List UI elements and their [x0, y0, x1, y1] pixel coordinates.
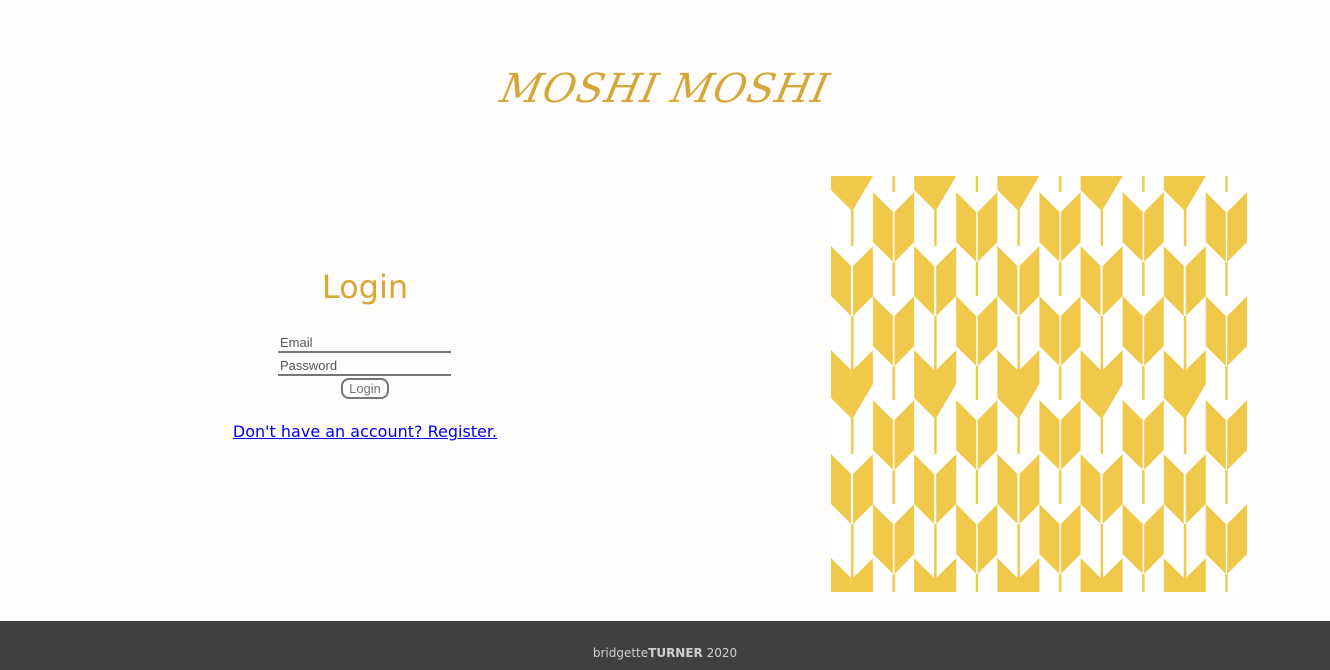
- footer: bridgetteTURNER 2020: [0, 621, 1330, 670]
- email-field[interactable]: [278, 333, 451, 353]
- footer-year: 2020: [702, 646, 738, 660]
- yagasuri-pattern-image: [831, 176, 1247, 592]
- register-link[interactable]: Don't have an account? Register.: [233, 422, 497, 441]
- footer-first-name: bridgette: [592, 646, 649, 660]
- login-title: Login: [321, 268, 409, 306]
- main-content: Login Login Don't have an account? Regis…: [0, 176, 1330, 592]
- footer-credit: bridgetteTURNER 2020: [0, 646, 1330, 660]
- login-button[interactable]: Login: [341, 378, 389, 399]
- register-link-container: Don't have an account? Register.: [0, 422, 730, 441]
- password-field[interactable]: [278, 356, 451, 376]
- login-panel: Login Login Don't have an account? Regis…: [0, 176, 730, 592]
- header: MOSHI MOSHI: [0, 0, 1330, 130]
- footer-last-name: TURNER: [648, 646, 703, 660]
- brand-title: MOSHI MOSHI: [496, 66, 834, 112]
